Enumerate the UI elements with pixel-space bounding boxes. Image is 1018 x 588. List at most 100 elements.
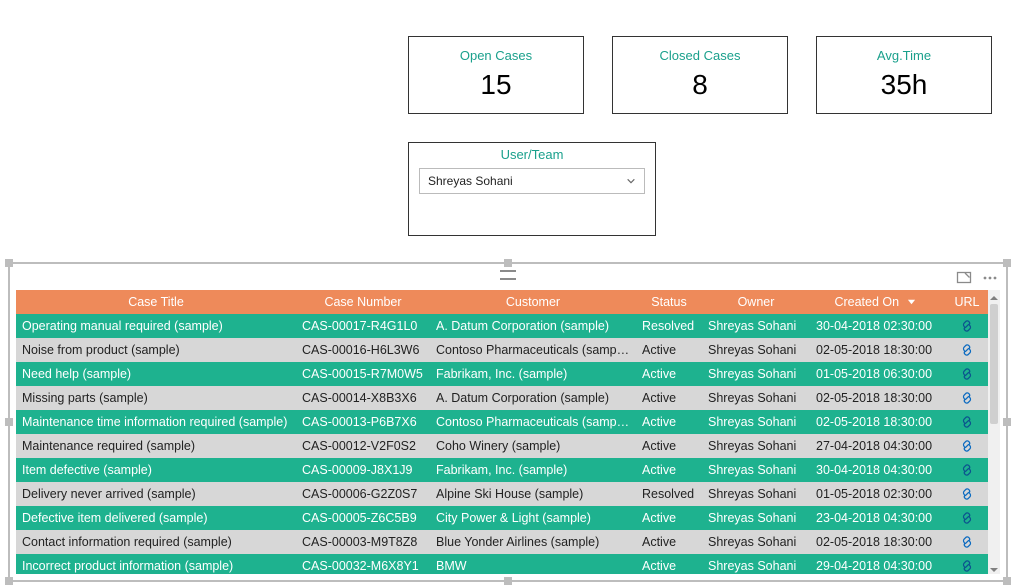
cell-owner: Shreyas Sohani [702, 362, 810, 386]
sort-desc-icon [907, 295, 916, 309]
link-icon[interactable] [959, 390, 975, 406]
cell-owner: Shreyas Sohani [702, 434, 810, 458]
cell-status: Active [636, 362, 702, 386]
focus-mode-icon[interactable] [956, 270, 972, 286]
kpi-avg-time[interactable]: Avg.Time 35h [816, 36, 992, 114]
cell-url [940, 434, 988, 458]
cell-title: Maintenance time information required (s… [16, 410, 296, 434]
cell-url [940, 338, 988, 362]
kpi-label: Closed Cases [660, 48, 741, 63]
vertical-scrollbar[interactable] [988, 290, 1000, 574]
scroll-down-icon[interactable] [989, 562, 999, 574]
link-icon[interactable] [959, 486, 975, 502]
col-url[interactable]: URL [940, 290, 988, 314]
cell-url [940, 386, 988, 410]
cell-url [940, 554, 988, 574]
cell-status: Active [636, 506, 702, 530]
cell-number: CAS-00017-R4G1L0 [296, 314, 430, 338]
kpi-value: 35h [881, 69, 928, 101]
col-owner[interactable]: Owner [702, 290, 810, 314]
table-row[interactable]: Noise from product (sample)CAS-00016-H6L… [16, 338, 988, 362]
col-created-on[interactable]: Created On [810, 290, 940, 314]
cell-created: 01-05-2018 02:30:00 [810, 482, 940, 506]
cell-title: Delivery never arrived (sample) [16, 482, 296, 506]
cell-title: Noise from product (sample) [16, 338, 296, 362]
cell-owner: Shreyas Sohani [702, 482, 810, 506]
cell-created: 02-05-2018 18:30:00 [810, 530, 940, 554]
cell-number: CAS-00014-X8B3X6 [296, 386, 430, 410]
filter-dropdown[interactable]: Shreyas Sohani [419, 168, 645, 194]
cell-number: CAS-00006-G2Z0S7 [296, 482, 430, 506]
kpi-label: Open Cases [460, 48, 532, 63]
cell-owner: Shreyas Sohani [702, 458, 810, 482]
cases-table: Case Title Case Number Customer Status O… [16, 290, 988, 574]
cell-owner: Shreyas Sohani [702, 554, 810, 574]
scroll-up-icon[interactable] [989, 290, 999, 302]
cell-number: CAS-00012-V2F0S2 [296, 434, 430, 458]
link-icon[interactable] [959, 366, 975, 382]
more-options-icon[interactable] [982, 270, 998, 286]
cell-customer: Fabrikam, Inc. (sample) [430, 458, 636, 482]
link-icon[interactable] [959, 318, 975, 334]
table-row[interactable]: Operating manual required (sample)CAS-00… [16, 314, 988, 338]
kpi-open-cases[interactable]: Open Cases 15 [408, 36, 584, 114]
col-case-number[interactable]: Case Number [296, 290, 430, 314]
cell-owner: Shreyas Sohani [702, 338, 810, 362]
link-icon[interactable] [959, 438, 975, 454]
cell-status: Resolved [636, 314, 702, 338]
link-icon[interactable] [959, 510, 975, 526]
table-row[interactable]: Maintenance required (sample)CAS-00012-V… [16, 434, 988, 458]
cell-url [940, 362, 988, 386]
cell-title: Missing parts (sample) [16, 386, 296, 410]
cell-url [940, 482, 988, 506]
kpi-label: Avg.Time [877, 48, 931, 63]
drag-handle-icon[interactable] [500, 270, 516, 280]
col-created-on-label: Created On [834, 295, 899, 309]
cell-url [940, 314, 988, 338]
cell-title: Need help (sample) [16, 362, 296, 386]
cell-customer: City Power & Light (sample) [430, 506, 636, 530]
cell-number: CAS-00003-M9T8Z8 [296, 530, 430, 554]
cell-number: CAS-00005-Z6C5B9 [296, 506, 430, 530]
cell-status: Active [636, 434, 702, 458]
cell-customer: Contoso Pharmaceuticals (sample) [430, 338, 636, 362]
table-row[interactable]: Defective item delivered (sample)CAS-000… [16, 506, 988, 530]
table-visual-frame[interactable]: Case Title Case Number Customer Status O… [8, 262, 1008, 582]
filter-selected-value: Shreyas Sohani [428, 174, 513, 188]
cell-created: 30-04-2018 02:30:00 [810, 314, 940, 338]
link-icon[interactable] [959, 462, 975, 478]
scrollbar-track[interactable] [988, 302, 1000, 562]
cell-created: 02-05-2018 18:30:00 [810, 338, 940, 362]
col-case-title[interactable]: Case Title [16, 290, 296, 314]
cell-status: Active [636, 338, 702, 362]
table-row[interactable]: Maintenance time information required (s… [16, 410, 988, 434]
link-icon[interactable] [959, 342, 975, 358]
cell-number: CAS-00013-P6B7X6 [296, 410, 430, 434]
cell-url [940, 410, 988, 434]
table-row[interactable]: Item defective (sample)CAS-00009-J8X1J9F… [16, 458, 988, 482]
link-icon[interactable] [959, 558, 975, 574]
cell-customer: Contoso Pharmaceuticals (sample) [430, 410, 636, 434]
table-row[interactable]: Incorrect product information (sample)CA… [16, 554, 988, 574]
cell-url [940, 458, 988, 482]
link-icon[interactable] [959, 534, 975, 550]
col-customer[interactable]: Customer [430, 290, 636, 314]
col-status[interactable]: Status [636, 290, 702, 314]
scrollbar-thumb[interactable] [990, 304, 998, 424]
table-row[interactable]: Need help (sample)CAS-00015-R7M0W5Fabrik… [16, 362, 988, 386]
kpi-value: 8 [692, 69, 708, 101]
table-row[interactable]: Contact information required (sample)CAS… [16, 530, 988, 554]
link-icon[interactable] [959, 414, 975, 430]
kpi-row: Open Cases 15 Closed Cases 8 Avg.Time 35… [408, 36, 992, 114]
table-row[interactable]: Delivery never arrived (sample)CAS-00006… [16, 482, 988, 506]
cell-customer: BMW [430, 554, 636, 574]
cell-number: CAS-00009-J8X1J9 [296, 458, 430, 482]
cell-owner: Shreyas Sohani [702, 530, 810, 554]
cell-created: 02-05-2018 18:30:00 [810, 410, 940, 434]
cell-customer: A. Datum Corporation (sample) [430, 386, 636, 410]
table-row[interactable]: Missing parts (sample)CAS-00014-X8B3X6A.… [16, 386, 988, 410]
cell-customer: Fabrikam, Inc. (sample) [430, 362, 636, 386]
cell-status: Resolved [636, 482, 702, 506]
cell-created: 01-05-2018 06:30:00 [810, 362, 940, 386]
kpi-closed-cases[interactable]: Closed Cases 8 [612, 36, 788, 114]
